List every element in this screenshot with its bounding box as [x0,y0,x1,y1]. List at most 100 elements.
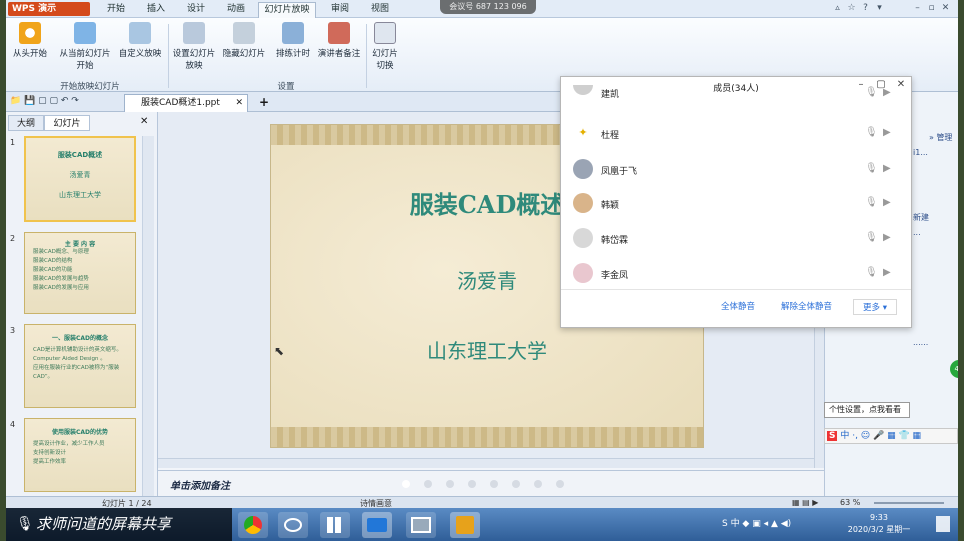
thumbnail-number: 4 [10,420,16,429]
view-buttons[interactable]: ▦ ▤ ▶ [792,498,818,507]
avatar [573,159,593,179]
page-dot[interactable] [534,480,542,488]
group-label-settings: 设置 [277,82,295,92]
slide-school[interactable]: 山东理工大学 [271,335,703,364]
play-from-current-button[interactable]: 从当前幻灯片开始 [54,22,116,80]
mic-icon[interactable]: 🎙 [865,163,878,175]
meeting-taskbar-icon[interactable] [362,512,392,538]
quick-access-toolbar[interactable]: 📁 💾 ▢ ▢ ↶ ↷ [10,96,79,106]
tab-animation[interactable]: 动画 [218,2,254,18]
tab-insert[interactable]: 插入 [138,2,174,18]
document-tab-name: 服装CAD概述1.ppt [141,98,220,108]
slide-thumbnail-3[interactable]: 一、服装CAD的概念 CAD是计算机辅助设计的英文缩写。 Computer Ai… [24,324,136,408]
camera-icon[interactable]: ▶ [883,197,899,209]
meeting-id-pill[interactable]: 会议号 687 123 096 [440,0,536,14]
thumbnail-scrollbar[interactable] [142,136,154,496]
more-button[interactable]: 更多 ▾ [853,299,897,315]
task-pane-link[interactable]: ...... [913,338,928,347]
horizontal-scrollbar[interactable] [158,458,814,468]
member-row[interactable]: 韩颖 🎙 ▶ [569,187,905,221]
slides-panel: 大纲 幻灯片 ✕ 1 服装CAD概述 汤爱青 山东理工大学 2 主 要 内 容 … [6,112,158,496]
group-separator [168,24,169,88]
restore-icon[interactable]: ▫ [926,3,937,14]
member-row[interactable]: ✦ 杜程 🎙 ▶ [569,117,905,151]
member-row[interactable]: 凤凰于飞 🎙 ▶ [569,153,905,187]
zoom-level[interactable]: 63 % [840,498,860,507]
favorite-icon[interactable]: ☆ [846,3,857,14]
floating-badge[interactable]: 40 [950,360,958,378]
wps-presentation-taskbar-icon[interactable] [450,512,480,538]
camera-icon[interactable]: ▶ [883,127,899,139]
minimize-icon[interactable]: – [912,3,923,14]
wps-logo[interactable]: WPS 演示 [8,2,90,16]
system-tray-icons[interactable]: S 中 ◆ ▣ ◂ ▲ ◀) [722,516,791,529]
slide-thumbnail-4[interactable]: 使用服装CAD的优势 提高设计作业，减少工作人员 支持创新设计 提高工作效率 [24,418,136,492]
hide-slide-button[interactable]: 隐藏幻灯片 [220,22,268,80]
tab-slideshow[interactable]: 幻灯片放映 [258,2,316,18]
sogou-icon[interactable]: S [827,431,838,441]
mute-all-button[interactable]: 全体静音 [721,299,769,315]
member-row[interactable]: 李金凤 🎙 ▶ [569,257,905,291]
grid-taskbar-icon[interactable] [320,512,350,538]
share-caption: 🎙 求师问道的屏幕共享 [6,508,232,541]
help-icon[interactable]: ? [860,3,871,14]
unmute-all-button[interactable]: 解除全体静音 [781,299,841,315]
app-taskbar-icon[interactable] [278,512,308,538]
tab-slides[interactable]: 幻灯片 [44,115,90,131]
tab-home[interactable]: 开始 [98,2,134,18]
task-pane-link[interactable]: i1... [913,148,928,157]
custom-show-button[interactable]: 自定义放映 [116,22,164,80]
manage-link[interactable]: » 管理 [929,132,952,143]
new-tab-button[interactable]: + [254,95,274,109]
notification-icon[interactable] [936,516,950,532]
page-dot[interactable] [468,480,476,488]
tab-design[interactable]: 设计 [178,2,214,18]
camera-icon[interactable]: ▶ [883,87,899,99]
camera-icon[interactable]: ▶ [883,232,899,244]
presenter-notes-button[interactable]: 演讲者备注 [314,22,364,80]
close-panel-icon[interactable]: ✕ [140,116,148,127]
screen-taskbar-icon[interactable] [406,512,436,538]
tab-review[interactable]: 审阅 [322,2,358,18]
zoom-slider[interactable] [874,502,944,504]
camera-icon[interactable]: ▶ [883,163,899,175]
document-close-icon[interactable]: ✕ [235,95,243,112]
close-icon[interactable]: ✕ [940,3,951,14]
page-dot[interactable] [512,480,520,488]
slide-transition-button[interactable]: 幻灯片切换 [368,22,402,80]
thumbnail-number: 3 [10,326,16,335]
clock[interactable]: 9:33 2020/3/2 星期一 [844,512,914,536]
avatar [573,263,593,283]
page-dot[interactable] [490,480,498,488]
rehearse-timings-button[interactable]: 排练计时 [272,22,314,80]
chrome-taskbar-icon[interactable] [238,512,268,538]
avatar [573,228,593,248]
ime-toolbar[interactable]: S 中 ·, ☺ 🎤 ▦ 👕 ▦ [824,428,958,444]
member-row[interactable]: 建凯 🎙 ▶ [569,85,905,105]
page-dot[interactable] [556,480,564,488]
member-row[interactable]: 韩岱霖 🎙 ▶ [569,222,905,256]
document-tab[interactable]: 服装CAD概述1.ppt ✕ [124,94,248,112]
mic-icon[interactable]: 🎙 [865,267,878,279]
slide-thumbnail-1[interactable]: 服装CAD概述 汤爱青 山东理工大学 [24,136,136,222]
slide-thumbnail-2[interactable]: 主 要 内 容 服装CAD概念、与原理 服装CAD的结构 服装CAD的功能 服装… [24,232,136,314]
task-pane-link[interactable]: ... [913,228,921,237]
tab-view[interactable]: 视图 [362,2,398,18]
mic-icon[interactable]: 🎙 [865,87,878,99]
setup-show-button[interactable]: 设置幻灯片放映 [170,22,218,80]
mic-icon[interactable]: 🎙 [865,232,878,244]
tab-outline[interactable]: 大纲 [8,115,44,131]
page-dot[interactable] [424,480,432,488]
mic-icon[interactable]: 🎙 [865,127,878,139]
task-pane-link[interactable]: 新建 [913,212,929,223]
mic-icon[interactable]: 🎙 [865,197,878,209]
restore-ribbon-icon[interactable]: ▵ [832,3,843,14]
help-menu-icon[interactable]: ▾ [874,3,885,14]
page-dot[interactable] [402,480,410,488]
page-dot[interactable] [446,480,454,488]
play-from-start-button[interactable]: 从头开始 [10,22,50,80]
ime-tooltip: 个性设置，点我看看 [824,402,910,418]
avatar [573,85,593,95]
camera-icon[interactable]: ▶ [883,267,899,279]
screen: WPS 演示 开始 插入 设计 动画 幻灯片放映 审阅 视图 会议号 687 1… [0,0,964,541]
